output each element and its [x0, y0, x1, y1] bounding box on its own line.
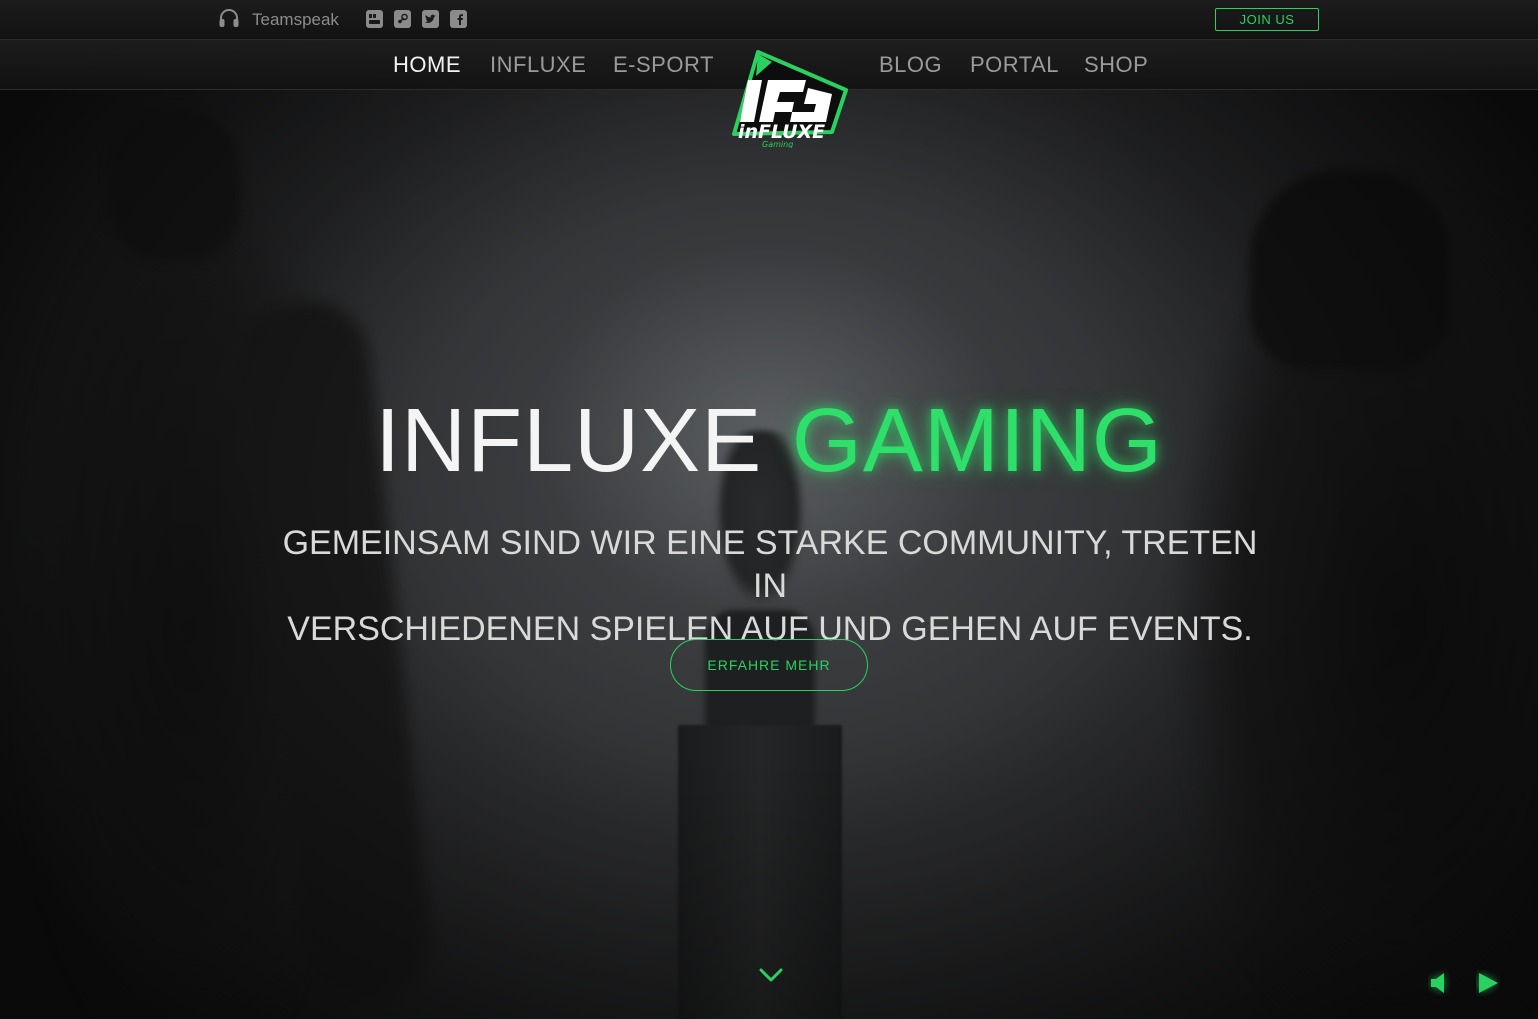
nav-item-blog[interactable]: BLOG: [879, 52, 942, 78]
logo-graphic: inFLUXE Gaming: [732, 50, 848, 149]
youtube-icon[interactable]: [366, 10, 383, 28]
hero-title-white: INFLUXE: [375, 391, 763, 491]
learn-more-button[interactable]: ERFAHRE MEHR: [670, 639, 868, 691]
influxe-logo[interactable]: inFLUXE Gaming: [728, 50, 852, 149]
hero-title-green: GAMING: [791, 391, 1163, 491]
headset-icon: [218, 8, 240, 33]
hero-subtitle-line-1: GEMEINSAM SIND WIR EINE STARKE COMMUNITY…: [282, 524, 1258, 605]
steam-icon[interactable]: [394, 10, 411, 28]
nav-item-esport[interactable]: E-SPORT: [613, 52, 714, 78]
top-bar: Teamspeak JOIN US: [0, 0, 1538, 40]
facebook-icon[interactable]: [450, 10, 467, 28]
scroll-down-icon[interactable]: [756, 962, 786, 988]
join-us-button[interactable]: JOIN US: [1215, 8, 1319, 31]
vignette-overlay: [0, 0, 1538, 1019]
hero-subtitle: GEMEINSAM SIND WIR EINE STARKE COMMUNITY…: [270, 522, 1270, 651]
twitter-icon[interactable]: [422, 10, 439, 28]
hero-background: [0, 0, 1538, 1019]
teamspeak-label: Teamspeak: [252, 10, 339, 29]
nav-item-shop[interactable]: SHOP: [1084, 52, 1148, 78]
volume-icon[interactable]: [1428, 970, 1452, 996]
play-icon[interactable]: [1476, 970, 1500, 996]
nav-item-influxe[interactable]: INFLUXE: [490, 52, 586, 78]
social-links: [366, 10, 467, 28]
nav-item-portal[interactable]: PORTAL: [970, 52, 1059, 78]
hero-title: INFLUXE GAMING: [0, 388, 1538, 493]
teamspeak-link[interactable]: Teamspeak: [218, 8, 339, 32]
nav-item-home[interactable]: HOME: [393, 52, 461, 78]
logo-subtext: Gaming: [762, 140, 793, 148]
